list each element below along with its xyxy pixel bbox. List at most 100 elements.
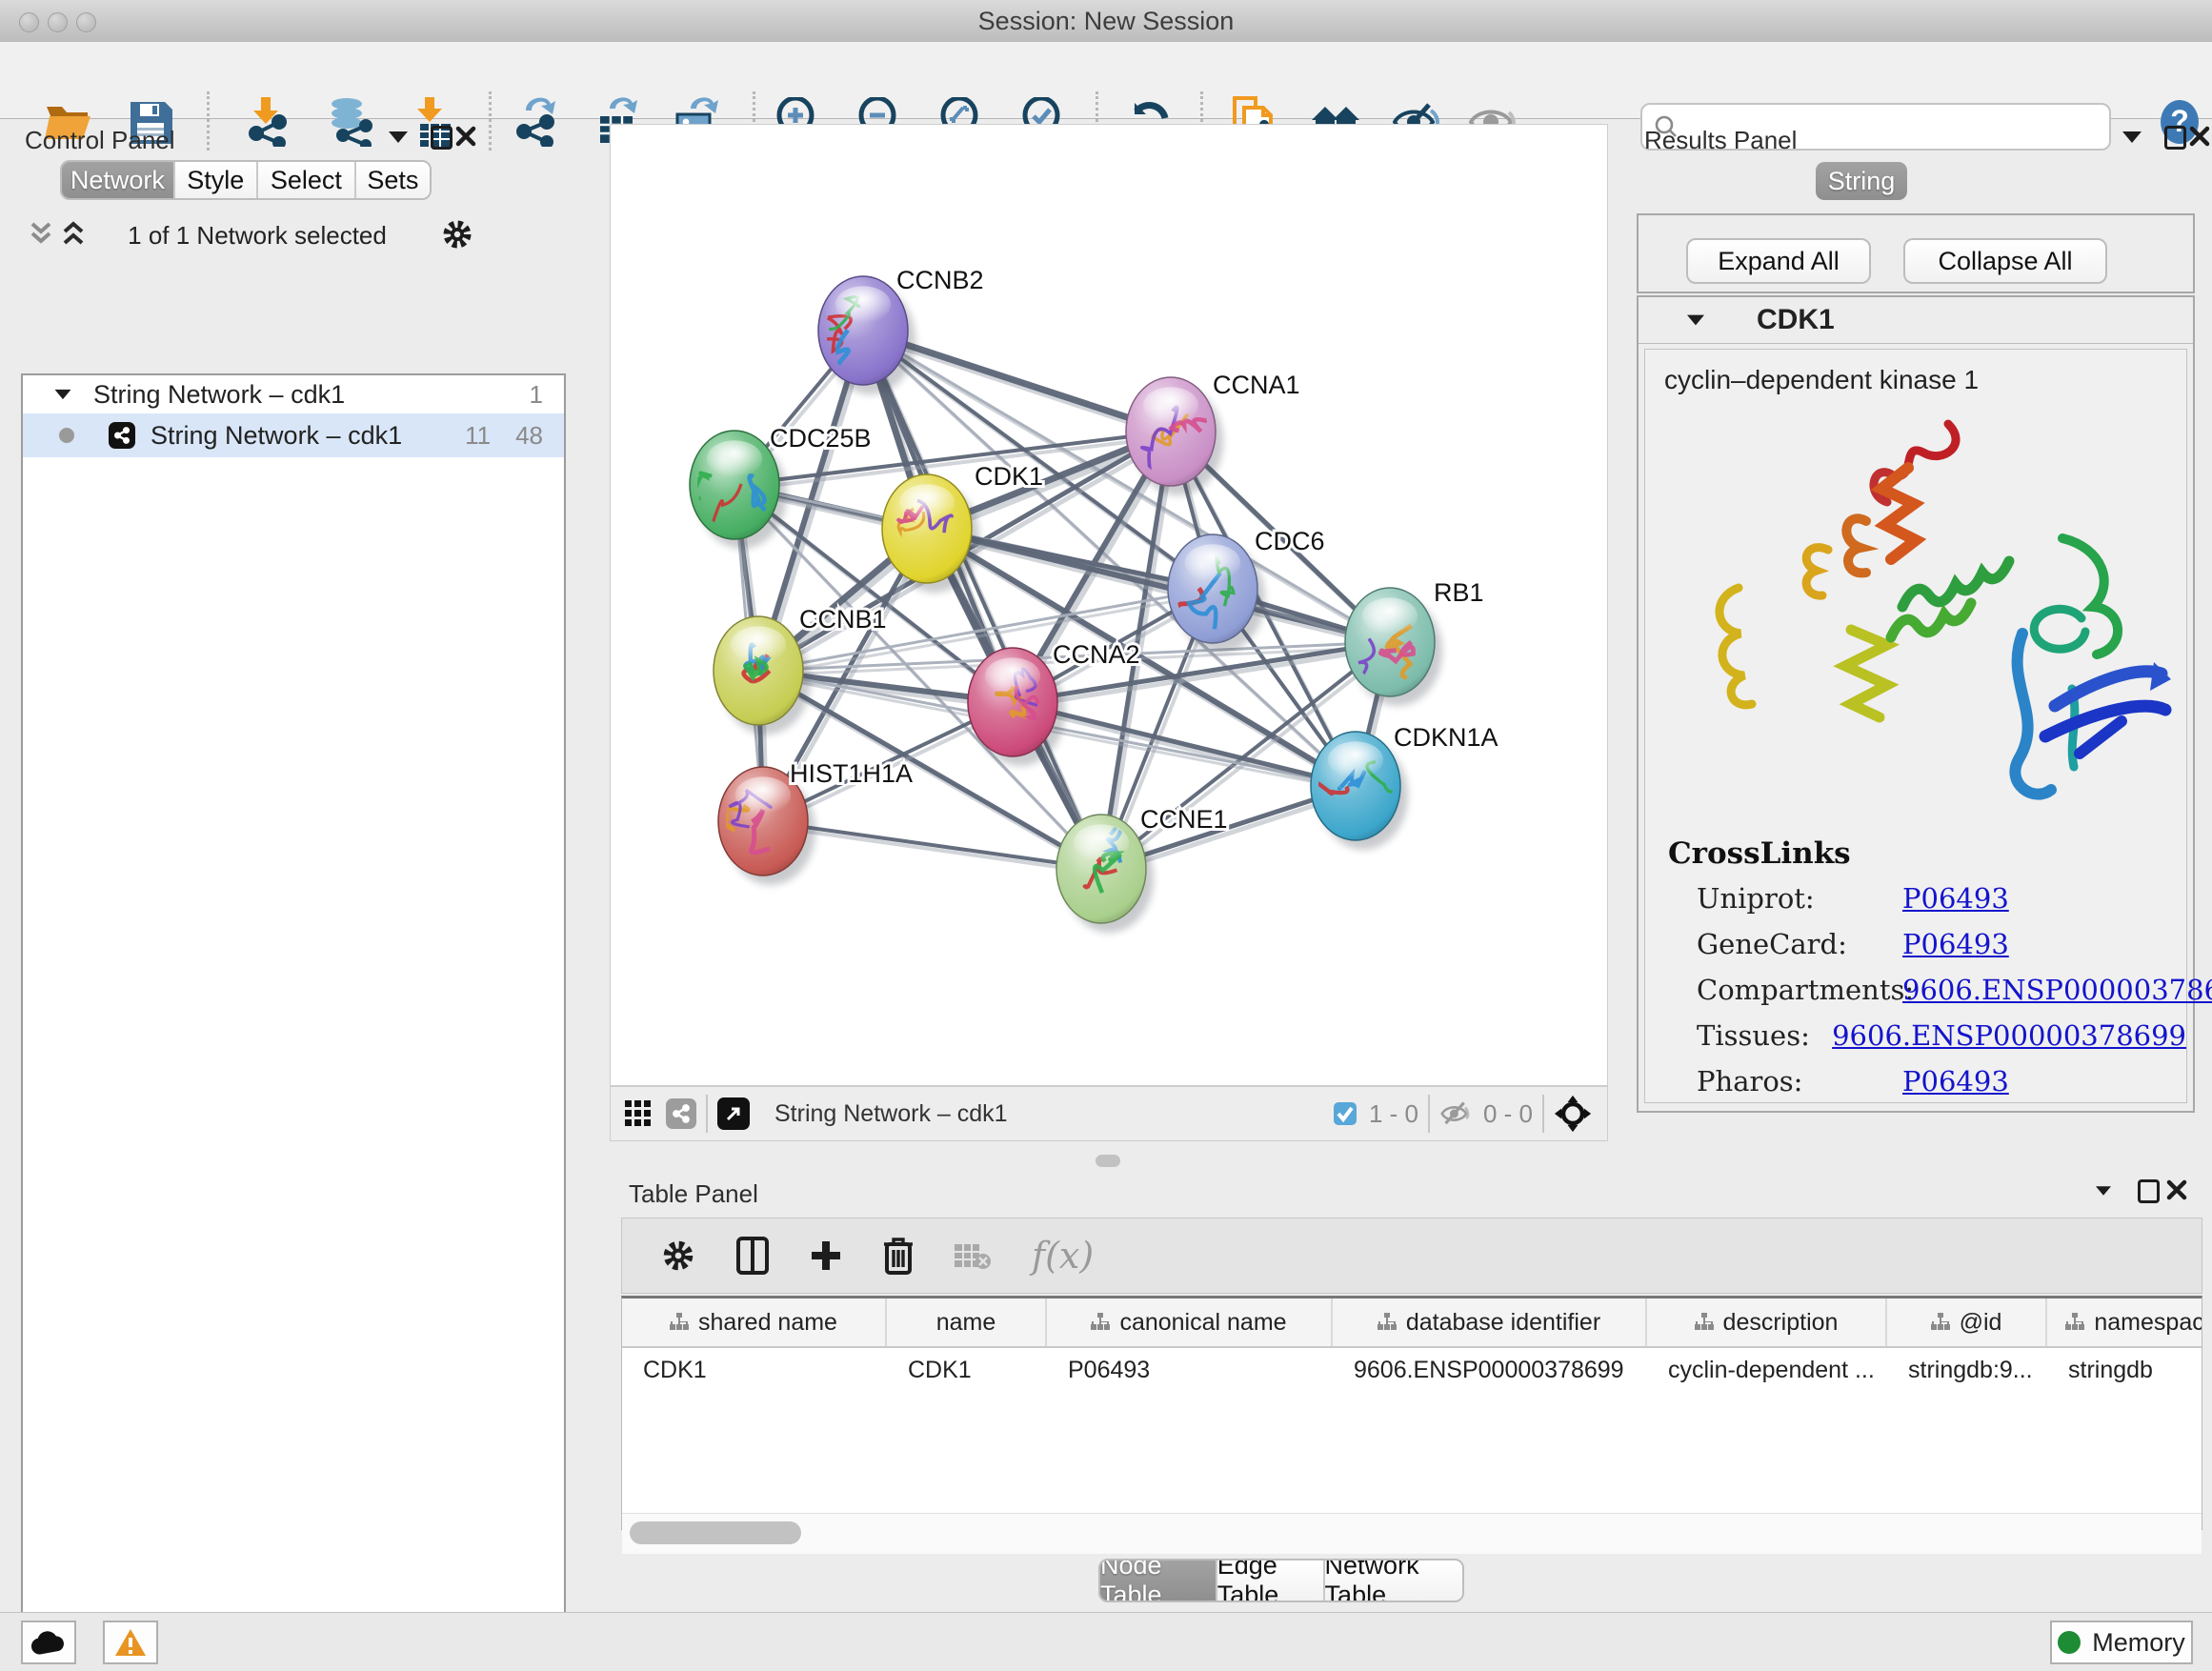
control-panel-title: Control Panel	[25, 126, 175, 155]
column-header-id[interactable]: @id	[1887, 1299, 2047, 1346]
column-header-name[interactable]: name	[887, 1299, 1047, 1346]
crosslink-row: Pharos:P06493	[1697, 1065, 2186, 1097]
cloud-button[interactable]	[21, 1621, 76, 1664]
network-canvas[interactable]: CCNB2CCNA1CDC25BCDK1CDC6RB1CCNB1CCNA2CDK…	[610, 124, 1608, 1086]
string-network-graph[interactable]: CCNB2CCNA1CDC25BCDK1CDC6RB1CCNB1CCNA2CDK…	[611, 125, 1607, 1085]
gene-collapse-icon[interactable]	[1687, 315, 1704, 326]
table-panel-float-icon[interactable]	[2138, 1179, 2160, 1203]
crosslink-label: Compartments:	[1697, 974, 1902, 1006]
tab-style[interactable]: Style	[175, 162, 258, 198]
memory-label: Memory	[2092, 1628, 2185, 1658]
table-cell[interactable]: 9606.ENSP00000378699	[1333, 1357, 1647, 1384]
collapse-all-button[interactable]: Collapse All	[1903, 238, 2107, 284]
network-row[interactable]: String Network – cdk1 11 48	[23, 413, 564, 457]
scrollbar-thumb[interactable]	[630, 1521, 801, 1544]
column-network-icon	[1931, 1309, 1950, 1337]
footer-network-name: String Network – cdk1	[774, 1100, 1008, 1128]
crosslink-value-link[interactable]: P06493	[1902, 882, 2009, 915]
node-label: HIST1H1A	[790, 759, 913, 788]
results-panel-collapse-icon[interactable]	[2122, 131, 2142, 143]
network-label: String Network – cdk1	[151, 421, 402, 451]
table-settings-gear-icon[interactable]	[660, 1238, 696, 1274]
tab-sets[interactable]: Sets	[356, 162, 430, 198]
crosslink-value-link[interactable]: P06493	[1902, 928, 2009, 960]
table-cell[interactable]: cyclin-dependent ...	[1647, 1357, 1887, 1384]
control-panel-float-icon[interactable]	[431, 126, 452, 150]
tab-string[interactable]: String	[1816, 162, 1907, 200]
gene-details-box: cyclin–dependent kinase 1	[1644, 349, 2187, 1103]
column-label: canonical name	[1119, 1309, 1286, 1337]
table-horizontal-scrollbar[interactable]	[622, 1513, 2202, 1554]
network-badge-icon	[666, 1098, 696, 1129]
gene-section-header[interactable]: CDK1	[1639, 297, 2193, 344]
column-header-sharedname[interactable]: shared name	[622, 1299, 887, 1346]
table-toolbar: f(x)	[621, 1218, 2202, 1294]
crosslink-value-link[interactable]: 9606.ENSP00000378699	[1902, 974, 2212, 1006]
cytoscape-window: Session: New Session	[0, 0, 2212, 1671]
expand-all-button[interactable]: Expand All	[1686, 238, 1871, 284]
network-collection-row[interactable]: String Network – cdk1 1	[23, 375, 564, 413]
network-collection-label: String Network – cdk1	[93, 380, 345, 410]
table-panel-collapse-icon[interactable]	[2096, 1186, 2111, 1196]
column-header-databaseidentifier[interactable]: database identifier	[1333, 1299, 1647, 1346]
add-column-plus-icon[interactable]	[809, 1238, 843, 1273]
node-label: CCNA1	[1213, 371, 1300, 399]
column-header-description[interactable]: description	[1647, 1299, 1887, 1346]
column-network-icon	[1377, 1309, 1397, 1337]
crosslink-row: Uniprot:P06493	[1697, 882, 2186, 915]
tab-select[interactable]: Select	[258, 162, 356, 198]
node-label: CCNA2	[1053, 640, 1140, 669]
table-cell[interactable]: CDK1	[887, 1357, 1047, 1384]
table-cell[interactable]: stringdb:9...	[1887, 1357, 2047, 1384]
delete-column-trash-icon[interactable]	[883, 1237, 914, 1275]
collapse-all-chevron-icon[interactable]	[59, 219, 88, 248]
control-panel-collapse-icon[interactable]	[389, 131, 408, 143]
network-options-gear-icon[interactable]	[440, 217, 474, 252]
network-view-footer: String Network – cdk1 1 - 0 0 - 0	[610, 1086, 1608, 1141]
crosslink-value-link[interactable]: 9606.ENSP00000378699	[1832, 1019, 2186, 1052]
column-network-icon	[1091, 1309, 1110, 1337]
protein-structure-image	[1662, 403, 2177, 822]
tab-edge-table[interactable]: Edge Table	[1217, 1560, 1325, 1601]
node-label: CCNB1	[799, 605, 887, 634]
column-label: name	[936, 1309, 996, 1337]
node-count: 11	[465, 421, 491, 451]
open-view-icon[interactable]	[717, 1097, 750, 1130]
node-table[interactable]: shared name name canonical name database id…	[621, 1296, 2202, 1530]
column-header-canonicalname[interactable]: canonical name	[1047, 1299, 1333, 1346]
column-label: description	[1723, 1309, 1839, 1337]
table-row[interactable]: CDK1CDK1P064939606.ENSP00000378699cyclin…	[622, 1348, 2202, 1392]
table-cell[interactable]: P06493	[1047, 1357, 1333, 1384]
tab-network[interactable]: Network	[62, 162, 175, 198]
network-selection-status: 1 of 1 Network selected	[95, 221, 419, 251]
edge-count: 48	[515, 421, 543, 451]
column-header-namespace[interactable]: namespace	[2047, 1299, 2202, 1346]
column-label: database identifier	[1406, 1309, 1600, 1337]
show-columns-icon[interactable]	[736, 1237, 769, 1275]
birdseye-navigator-icon[interactable]	[1554, 1095, 1592, 1133]
table-panel-close-icon[interactable]	[2166, 1179, 2187, 1200]
results-panel-float-icon[interactable]	[2164, 126, 2186, 150]
node-label: RB1	[1434, 578, 1484, 607]
column-network-icon	[670, 1309, 689, 1337]
tab-node-table[interactable]: Node Table	[1100, 1560, 1217, 1601]
selected-checkbox-icon[interactable]	[1333, 1101, 1357, 1126]
tree-expand-icon[interactable]	[55, 390, 71, 399]
crosslinks-rows: Uniprot:P06493GeneCard:P06493Compartment…	[1697, 882, 2186, 1097]
warnings-button[interactable]	[103, 1621, 158, 1664]
node-label: CDK1	[975, 462, 1043, 491]
results-panel-close-icon[interactable]	[2189, 126, 2210, 147]
table-cell[interactable]: CDK1	[622, 1357, 887, 1384]
tab-network-table[interactable]: Network Table	[1325, 1560, 1462, 1601]
cloud-icon	[31, 1630, 66, 1655]
expand-all-chevron-icon[interactable]	[27, 219, 55, 248]
horizontal-splitter-grip[interactable]	[1096, 1155, 1120, 1167]
network-type-icon	[109, 422, 135, 449]
control-panel-close-icon[interactable]	[455, 126, 476, 147]
grid-view-icon[interactable]	[624, 1099, 653, 1128]
crosslink-value-link[interactable]: P06493	[1902, 1065, 2009, 1097]
node-label: CDC6	[1255, 527, 1325, 555]
selected-counts: 1 - 0	[1369, 1099, 1418, 1129]
memory-button[interactable]: Memory	[2050, 1621, 2193, 1664]
table-cell[interactable]: stringdb	[2047, 1357, 2202, 1384]
